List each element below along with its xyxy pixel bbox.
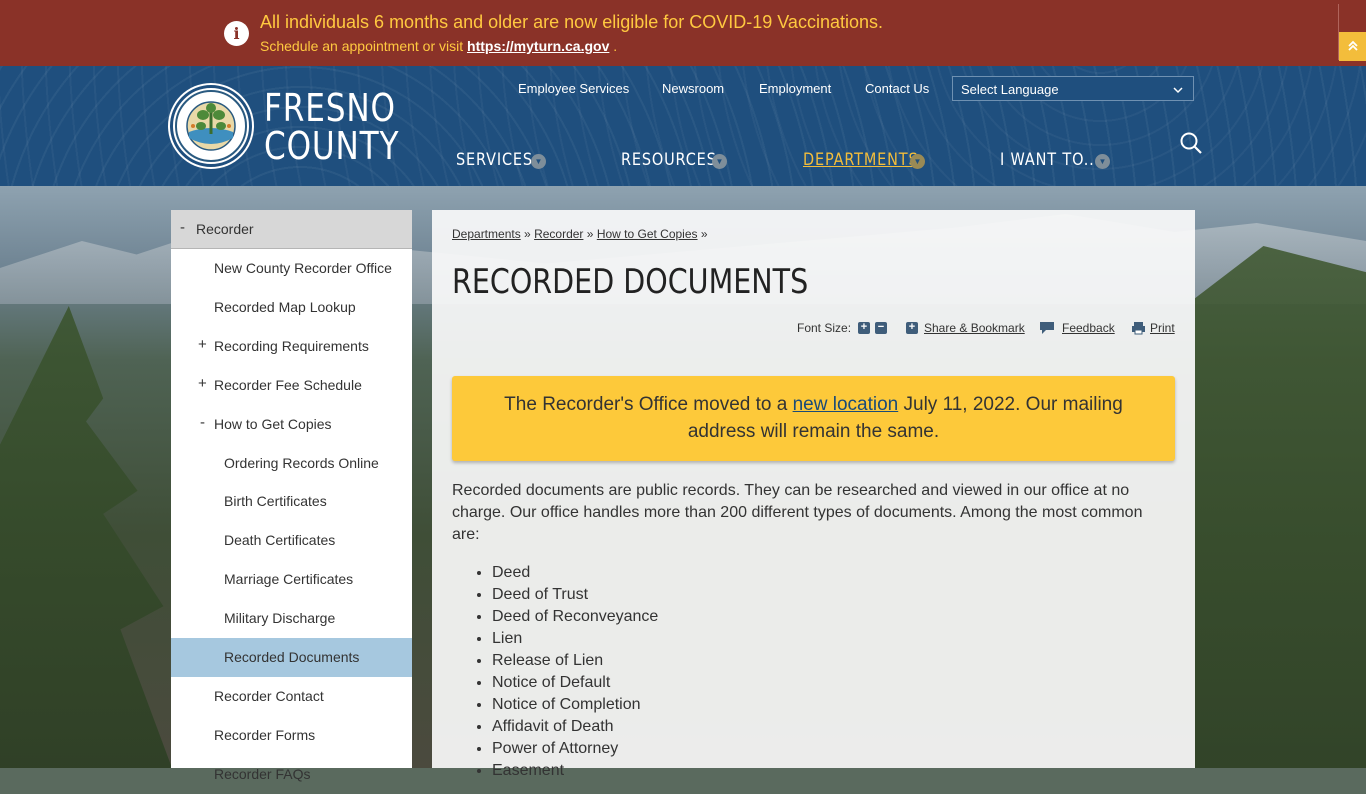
nav-services-caret-icon[interactable]: ▼ — [531, 154, 546, 169]
sidebar-nav: - Recorder New County Recorder Office Rec… — [171, 210, 412, 782]
document-type-item: Easement — [492, 760, 658, 782]
nav-departments-caret-icon[interactable]: ▼ — [910, 154, 925, 169]
sidebar-item[interactable]: - How to Get Copies — [171, 405, 412, 444]
util-link-employee-services[interactable]: Employee Services — [518, 81, 629, 96]
print-link[interactable]: Print — [1150, 321, 1175, 335]
sidebar-item[interactable]: New County Recorder Office — [171, 249, 412, 288]
sidebar-item[interactable]: Marriage Certificates — [171, 560, 412, 599]
document-type-item: Affidavit of Death — [492, 716, 658, 738]
chevron-up-double-icon — [1347, 40, 1358, 51]
relocation-notice: The Recorder's Office moved to a new loc… — [452, 376, 1175, 461]
document-type-item: Power of Attorney — [492, 738, 658, 760]
sidebar-item-label: New County Recorder Office — [214, 260, 392, 276]
alert-title: All individuals 6 months and older are n… — [260, 12, 883, 32]
breadcrumb-how-to-get-copies[interactable]: How to Get Copies — [597, 227, 698, 241]
font-size-label: Font Size: — [797, 321, 852, 335]
util-link-employment[interactable]: Employment — [759, 81, 831, 96]
sidebar-item-label: Death Certificates — [224, 532, 336, 549]
sidebar-item[interactable]: Military Discharge — [171, 599, 412, 638]
sidebar-section-recorder[interactable]: - Recorder — [171, 210, 412, 249]
sidebar-item[interactable]: Recorder Contact — [171, 677, 412, 716]
font-increase-button[interactable]: + — [858, 322, 870, 334]
alert-subtext: Schedule an appointment or visit https:/… — [260, 38, 617, 54]
share-plus-icon: + — [906, 322, 918, 334]
sidebar-item[interactable]: Recorded Documents — [171, 638, 412, 677]
sidebar-item-label: Recorder Contact — [214, 687, 324, 704]
county-seal-logo[interactable] — [170, 85, 252, 167]
pine-tree-left — [0, 306, 172, 768]
collapse-toggle[interactable]: - — [200, 414, 205, 431]
sidebar-item-label: Ordering Records Online — [224, 454, 379, 471]
sidebar-item-label: Recorded Documents — [224, 649, 360, 665]
sidebar-item[interactable]: Death Certificates — [171, 521, 412, 560]
alert-banner: i All individuals 6 months and older are… — [0, 0, 1366, 66]
new-location-link[interactable]: new location — [793, 394, 899, 415]
document-type-item: Lien — [492, 628, 658, 650]
sidebar-item[interactable]: + Recording Requirements — [171, 327, 412, 366]
expand-toggle[interactable]: + — [198, 375, 207, 392]
search-icon[interactable] — [1179, 131, 1203, 155]
document-type-item: Notice of Default — [492, 672, 658, 694]
feedback-link[interactable]: Feedback — [1062, 321, 1115, 335]
share-bookmark-link[interactable]: Share & Bookmark — [924, 321, 1025, 335]
collapse-toggle[interactable]: - — [180, 219, 185, 236]
feedback-icon — [1040, 322, 1054, 334]
myturn-link[interactable]: https://myturn.ca.gov — [467, 38, 609, 54]
sidebar-item-label: How to Get Copies — [214, 415, 332, 432]
sidebar-item-label: Recorder FAQs — [214, 765, 311, 782]
expand-toggle[interactable]: + — [198, 336, 207, 353]
sidebar-item-label: Recorder Forms — [214, 726, 316, 743]
font-decrease-button[interactable]: − — [875, 322, 887, 334]
document-type-item: Deed of Trust — [492, 584, 658, 606]
sidebar-item[interactable]: Recorder FAQs — [171, 755, 412, 794]
sidebar-item[interactable]: Recorded Map Lookup — [171, 288, 412, 327]
sidebar-item[interactable]: Birth Certificates — [171, 482, 412, 521]
sidebar-item-label: Recording Requirements — [214, 337, 369, 354]
chevron-down-icon — [1173, 80, 1183, 98]
language-select[interactable]: Select Language — [952, 76, 1194, 101]
sidebar-item-label: Recorder Fee Schedule — [214, 376, 362, 393]
collapse-alert-button[interactable] — [1339, 32, 1366, 61]
sidebar-item-label: Birth Certificates — [224, 493, 327, 510]
nav-services[interactable]: SERVICES — [456, 150, 533, 170]
info-icon: i — [224, 21, 249, 46]
sidebar-item[interactable]: + Recorder Fee Schedule — [171, 366, 412, 405]
util-link-newsroom[interactable]: Newsroom — [662, 81, 724, 96]
document-type-item: Deed — [492, 562, 658, 584]
document-type-item: Deed of Reconveyance — [492, 606, 658, 628]
page-title: RECORDED DOCUMENTS — [452, 262, 809, 302]
nav-i-want-to-caret-icon[interactable]: ▼ — [1095, 154, 1110, 169]
alert-sub-prefix: Schedule an appointment or visit — [260, 38, 464, 54]
util-link-contact-us[interactable]: Contact Us — [865, 81, 929, 96]
sidebar-item-label: Recorded Map Lookup — [214, 298, 356, 315]
document-type-list: DeedDeed of TrustDeed of ReconveyanceLie… — [472, 562, 658, 782]
pine-tree-right — [1195, 246, 1366, 768]
breadcrumb: Departments » Recorder » How to Get Copi… — [452, 227, 708, 241]
sidebar-item[interactable]: Ordering Records Online — [171, 444, 412, 483]
main-content: Departments » Recorder » How to Get Copi… — [432, 210, 1195, 779]
sidebar-head-label: Recorder — [196, 221, 254, 237]
brand-name-line2[interactable]: COUNTY — [264, 124, 399, 168]
sidebar-item-label: Marriage Certificates — [224, 571, 354, 588]
nav-departments[interactable]: DEPARTMENTS — [803, 150, 919, 170]
print-icon — [1132, 322, 1145, 335]
sidebar-item[interactable]: Recorder Forms — [171, 716, 412, 755]
breadcrumb-recorder[interactable]: Recorder — [534, 227, 583, 241]
breadcrumb-separator: » — [524, 227, 531, 241]
alert-sub-suffix: . — [613, 38, 618, 54]
notice-text-before: The Recorder's Office moved to a — [504, 394, 788, 415]
nav-resources[interactable]: RESOURCES — [621, 150, 717, 170]
breadcrumb-departments[interactable]: Departments — [452, 227, 521, 241]
document-type-item: Release of Lien — [492, 650, 658, 672]
language-select-value: Select Language — [961, 82, 1059, 97]
sidebar-item-label: Military Discharge — [224, 610, 336, 627]
nav-i-want-to[interactable]: I WANT TO... — [1000, 150, 1100, 170]
intro-paragraph: Recorded documents are public records. T… — [452, 482, 1143, 543]
breadcrumb-separator: » — [700, 227, 708, 241]
document-type-item: Notice of Completion — [492, 694, 658, 716]
nav-resources-caret-icon[interactable]: ▼ — [712, 154, 727, 169]
breadcrumb-separator: » — [586, 227, 594, 241]
